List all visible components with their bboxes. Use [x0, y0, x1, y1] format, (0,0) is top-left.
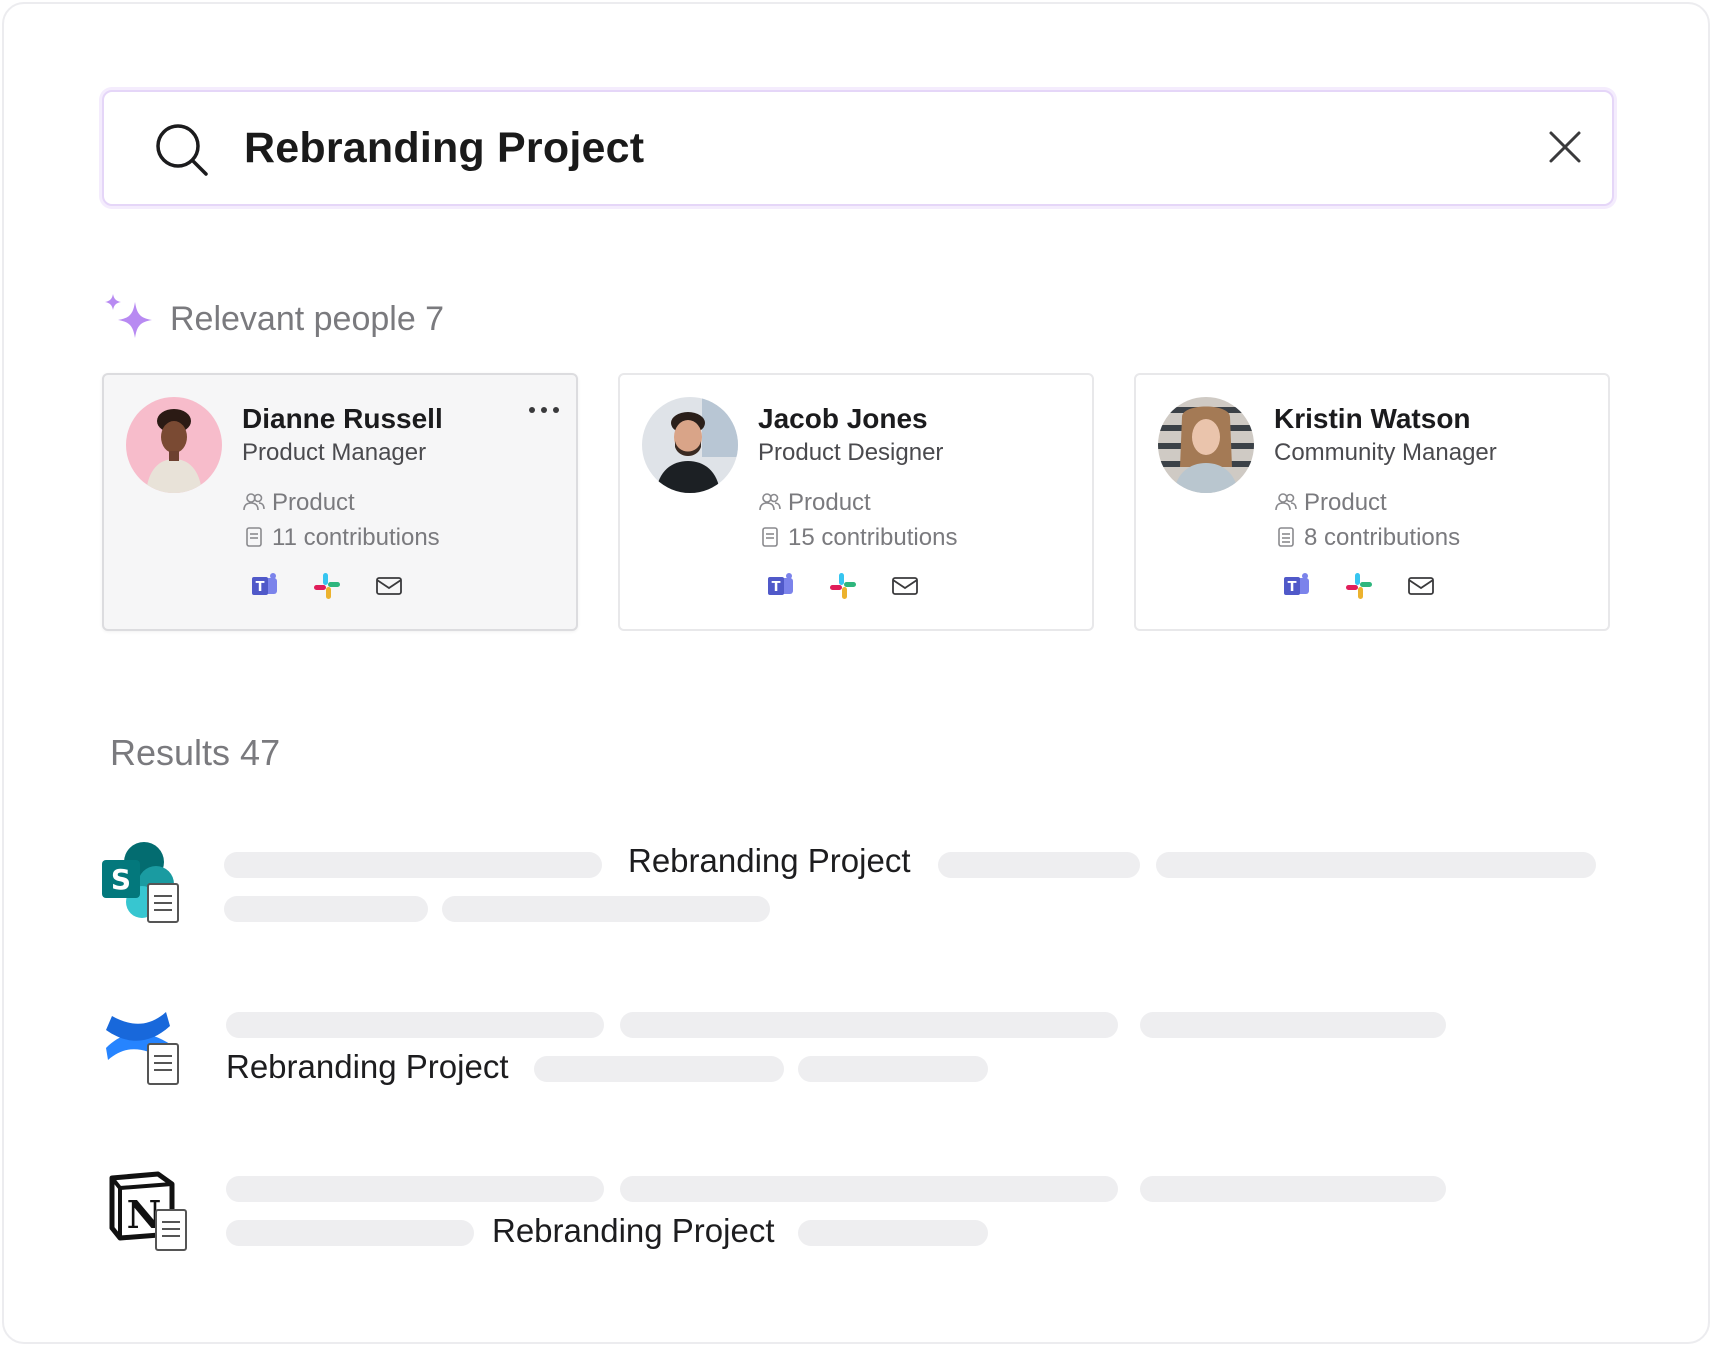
mail-icon[interactable] — [1406, 571, 1436, 601]
person-contributions-label: 8 contributions — [1304, 524, 1461, 551]
person-contributions: 8 contributions — [1274, 524, 1460, 552]
person-name[interactable]: Jacob Jones — [758, 403, 928, 435]
person-contributions: 11 contributions — [242, 524, 440, 552]
placeholder-bar — [226, 1176, 604, 1202]
placeholder-bar — [224, 896, 428, 922]
placeholder-bar — [442, 896, 770, 922]
person-role: Community Manager — [1274, 439, 1497, 466]
person-role: Product Manager — [242, 439, 427, 466]
person-team: Product — [242, 489, 355, 517]
placeholder-bar — [226, 1012, 604, 1038]
teams-icon[interactable]: T — [766, 571, 796, 601]
avatar — [126, 397, 222, 493]
result-title[interactable]: Rebranding Project — [226, 1048, 509, 1086]
placeholder-bar — [938, 852, 1140, 878]
placeholder-bar — [1140, 1012, 1446, 1038]
team-icon — [243, 493, 265, 511]
placeholder-bar — [620, 1176, 1118, 1202]
person-card[interactable]: Jacob Jones Product Designer Product 15 … — [618, 373, 1094, 631]
person-name[interactable]: Dianne Russell — [242, 403, 443, 435]
mail-icon[interactable] — [890, 571, 920, 601]
placeholder-bar — [1156, 852, 1596, 878]
placeholder-bar — [224, 852, 602, 878]
sparkle-icon — [105, 294, 152, 338]
person-card[interactable]: Dianne Russell Product Manager Product 1… — [102, 373, 578, 631]
person-contributions-label: 15 contributions — [788, 524, 958, 551]
placeholder-bar — [1140, 1176, 1446, 1202]
person-team: Product — [1274, 489, 1387, 517]
person-team-label: Product — [272, 489, 355, 516]
close-icon[interactable] — [1540, 122, 1590, 172]
placeholder-bar — [226, 1220, 474, 1246]
document-icon — [762, 527, 778, 547]
search-bar[interactable]: Rebranding Project — [102, 90, 1614, 206]
svg-text:T: T — [1288, 580, 1297, 595]
avatar — [1158, 397, 1254, 493]
teams-icon[interactable]: T — [1282, 571, 1312, 601]
placeholder-bar — [620, 1012, 1118, 1038]
person-card[interactable]: Kristin Watson Community Manager Product… — [1134, 373, 1610, 631]
svg-text:T: T — [772, 580, 781, 595]
person-name[interactable]: Kristin Watson — [1274, 403, 1471, 435]
more-options-icon[interactable] — [524, 395, 564, 425]
person-team-label: Product — [788, 489, 871, 516]
person-role: Product Designer — [758, 439, 944, 466]
document-icon — [246, 527, 262, 547]
person-contributions-label: 11 contributions — [272, 524, 440, 551]
avatar — [642, 397, 738, 493]
slack-icon[interactable] — [312, 571, 342, 601]
person-contributions: 15 contributions — [758, 524, 957, 552]
mail-icon[interactable] — [374, 571, 404, 601]
person-team: Product — [758, 489, 871, 517]
relevant-people-title: Relevant people 7 — [170, 300, 445, 338]
team-icon — [759, 493, 781, 511]
placeholder-bar — [534, 1056, 784, 1082]
document-icon — [1278, 527, 1294, 547]
svg-text:T: T — [256, 580, 265, 595]
notion-icon: N — [109, 1171, 187, 1251]
sharepoint-icon: S — [102, 842, 179, 923]
slack-icon[interactable] — [1344, 571, 1374, 601]
person-team-label: Product — [1304, 489, 1387, 516]
placeholder-bar — [798, 1056, 988, 1082]
team-icon — [1275, 493, 1297, 511]
confluence-icon — [106, 1012, 179, 1085]
slack-icon[interactable] — [828, 571, 858, 601]
placeholder-bar — [798, 1220, 988, 1246]
svg-text:S: S — [111, 863, 131, 896]
result-title[interactable]: Rebranding Project — [492, 1212, 775, 1250]
search-icon — [156, 124, 208, 176]
teams-icon[interactable]: T — [250, 571, 280, 601]
search-input[interactable]: Rebranding Project — [244, 124, 644, 173]
result-title[interactable]: Rebranding Project — [628, 842, 911, 880]
results-title: Results 47 — [110, 732, 281, 773]
